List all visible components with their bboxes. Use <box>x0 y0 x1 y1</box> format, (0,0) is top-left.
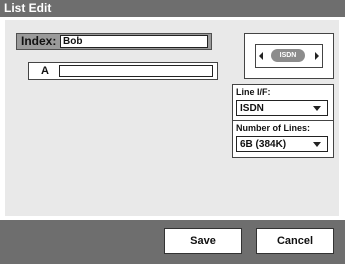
index-input[interactable]: Bob <box>60 35 208 48</box>
save-button[interactable]: Save <box>164 228 242 254</box>
entry-row: A <box>28 62 218 80</box>
list-edit-window: List Edit Index: Bob A ISDN Line I/F: IS… <box>0 0 345 264</box>
chevron-down-icon <box>313 142 321 147</box>
selector-control[interactable]: ISDN <box>255 44 323 68</box>
cancel-button[interactable]: Cancel <box>256 228 334 254</box>
line-if-dropdown[interactable]: ISDN <box>236 100 328 116</box>
number-of-lines-group: Number of Lines: 6B (384K) <box>232 120 334 158</box>
line-if-label: Line I/F: <box>236 87 271 97</box>
number-of-lines-value: 6B (384K) <box>240 139 287 150</box>
index-label: Index: <box>21 34 57 48</box>
window-title: List Edit <box>0 0 345 17</box>
index-row: Index: Bob <box>16 33 212 50</box>
number-of-lines-label: Number of Lines: <box>236 123 311 133</box>
number-of-lines-dropdown[interactable]: 6B (384K) <box>236 136 328 152</box>
caret-right-icon[interactable] <box>315 52 319 60</box>
connection-type-selector: ISDN <box>244 33 334 79</box>
line-if-value: ISDN <box>240 103 264 114</box>
entry-input[interactable] <box>59 65 213 77</box>
chevron-down-icon <box>313 106 321 111</box>
caret-left-icon[interactable] <box>259 52 263 60</box>
line-if-group: Line I/F: ISDN <box>232 84 334 122</box>
entry-label: A <box>41 65 49 77</box>
isdn-pill: ISDN <box>271 49 305 62</box>
